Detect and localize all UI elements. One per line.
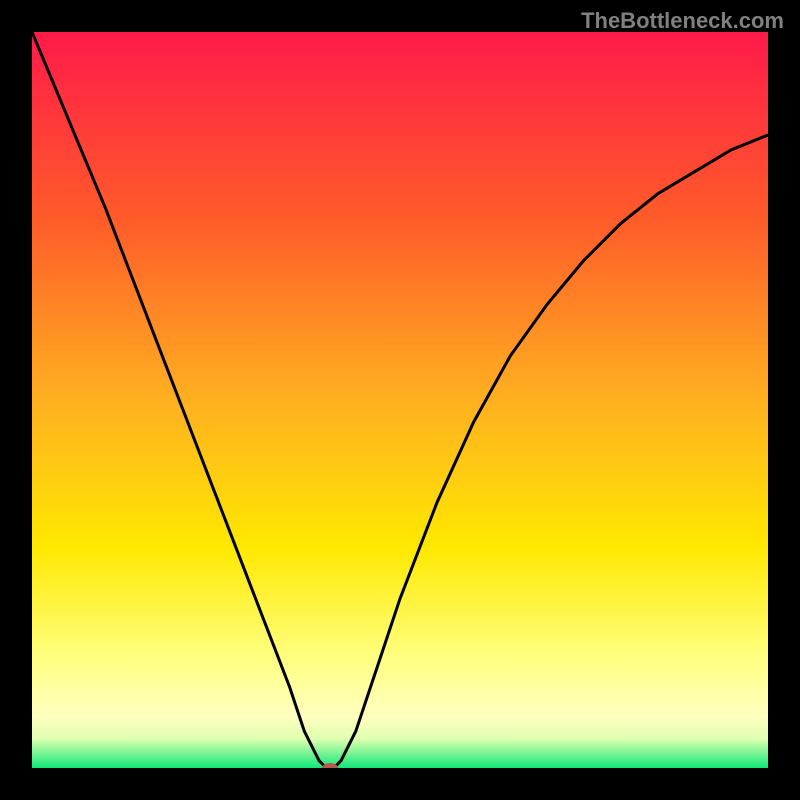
chart-plot-area bbox=[32, 32, 768, 768]
watermark-text: TheBottleneck.com bbox=[581, 8, 784, 34]
chart-container: TheBottleneck.com bbox=[0, 0, 800, 800]
chart-svg bbox=[32, 32, 768, 768]
gradient-background bbox=[32, 32, 768, 768]
